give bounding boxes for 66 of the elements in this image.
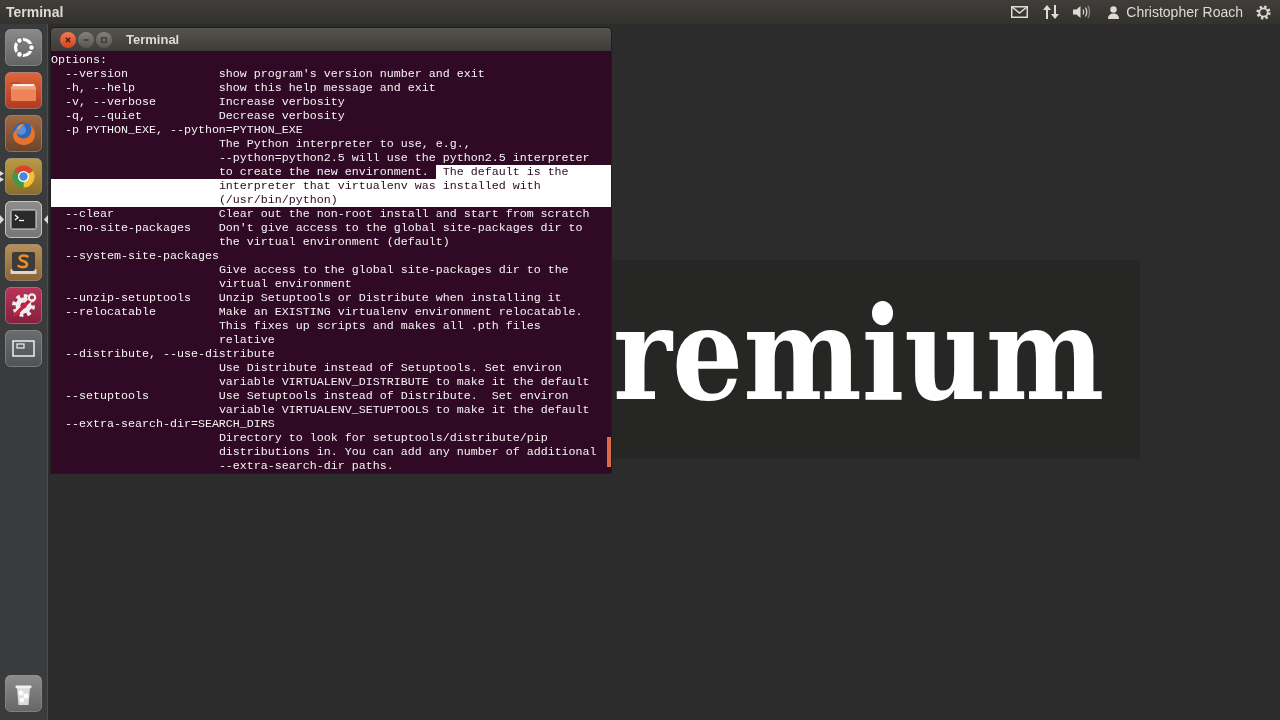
option-description: Use Distribute instead of Setuptools. Set environ [218,361,562,375]
close-button[interactable] [60,31,76,48]
option-description: Don't give access to the global site-packages dir to [218,221,583,235]
settings-icon[interactable] [1256,4,1271,20]
focus-indicator-icon [44,215,48,224]
option-description: variable VIRTUALENV_SETUPTOOLS to make it the default [218,403,590,417]
option-description: show this help message and exit [218,81,436,95]
option-description: Decrease verbosity [218,109,345,123]
option-description: to create the new environment. [218,165,429,179]
option-description: Increase verbosity [218,95,345,109]
option-description: The Python interpreter to use, e.g., [218,137,471,151]
option-name: --no-site-packages [65,221,192,235]
option-description: --python=python2.5 will use the python2.5 interpreter [218,151,590,165]
trash-icon[interactable] [5,675,42,712]
option-description: variable VIRTUALENV_DISTRIBUTE to make it the default [218,375,590,389]
window-icon[interactable] [5,330,42,367]
option-description: virtual environment [218,277,352,291]
option-description: This fixes up scripts and makes all .pth files [218,319,541,333]
terminal-icon[interactable] [5,201,42,238]
option-name: --unzip-setuptools [65,291,192,305]
section-heading: Options: [51,53,107,67]
option-description: Directory to look for setuptools/distribute/pip [218,431,548,445]
option-name: --distribute, --use-distribute [65,347,275,361]
color-wheel-icon[interactable] [5,158,42,195]
option-name: --version [65,67,129,81]
option-description: --extra-search-dir paths. [218,459,394,473]
option-name: -v, --verbose [65,95,157,109]
selected-text: The default is the [435,165,611,179]
option-description: Clear out the non-root install and start from scratch [218,207,590,221]
user-name[interactable]: Christopher Roach [1126,4,1243,20]
option-name: --extra-search-dir=SEARCH_DIRS [65,417,275,431]
speaker-icon[interactable] [1073,5,1092,19]
wallpaper-text: remium [613,288,1105,419]
option-description: Unzip Setuptools or Distribute when installing it [218,291,562,305]
minimize-button[interactable] [78,31,94,48]
option-description: distributions in. You can add any number of additional [218,445,597,459]
option-description: the virtual environment (default) [218,235,450,249]
option-name: --relocatable [65,305,157,319]
option-name: -p PYTHON_EXE, --python=PYTHON_EXE [65,123,303,137]
up-down-arrows-icon[interactable] [1043,4,1060,20]
option-name: -q, --quiet [65,109,143,123]
ring-dots-icon[interactable] [5,29,42,66]
maximize-button[interactable] [96,31,112,48]
option-name: --system-site-packages [65,249,219,263]
laptop-icon[interactable] [5,244,42,281]
option-description: relative [218,333,275,347]
minimize-icon [83,36,89,43]
scrollbar-thumb[interactable] [607,437,611,467]
maximize-icon [101,36,107,43]
gear-wrench-icon[interactable] [5,287,42,324]
option-description: interpreter that virtualenv was installed with [51,179,611,193]
option-name: --setuptools [65,389,150,403]
option-name: -h, --help [65,81,136,95]
option-description: (/usr/bin/python) [51,193,611,207]
option-description: show program's version number and exit [218,67,485,81]
option-description: Make an EXISTING virtualenv environment relocatable. [218,305,583,319]
active-app-title: Terminal [6,4,64,20]
folder-icon[interactable] [5,72,42,109]
user-icon[interactable] [1108,5,1120,19]
option-description: Give access to the global site-packages dir to the [218,263,569,277]
window-title: Terminal [126,32,180,47]
globe-icon[interactable] [5,115,42,152]
option-name: --clear [65,207,115,221]
envelope-icon[interactable] [1011,6,1029,18]
option-description: Use Setuptools instead of Distribute. Set environ [218,389,569,403]
close-icon [65,36,71,43]
